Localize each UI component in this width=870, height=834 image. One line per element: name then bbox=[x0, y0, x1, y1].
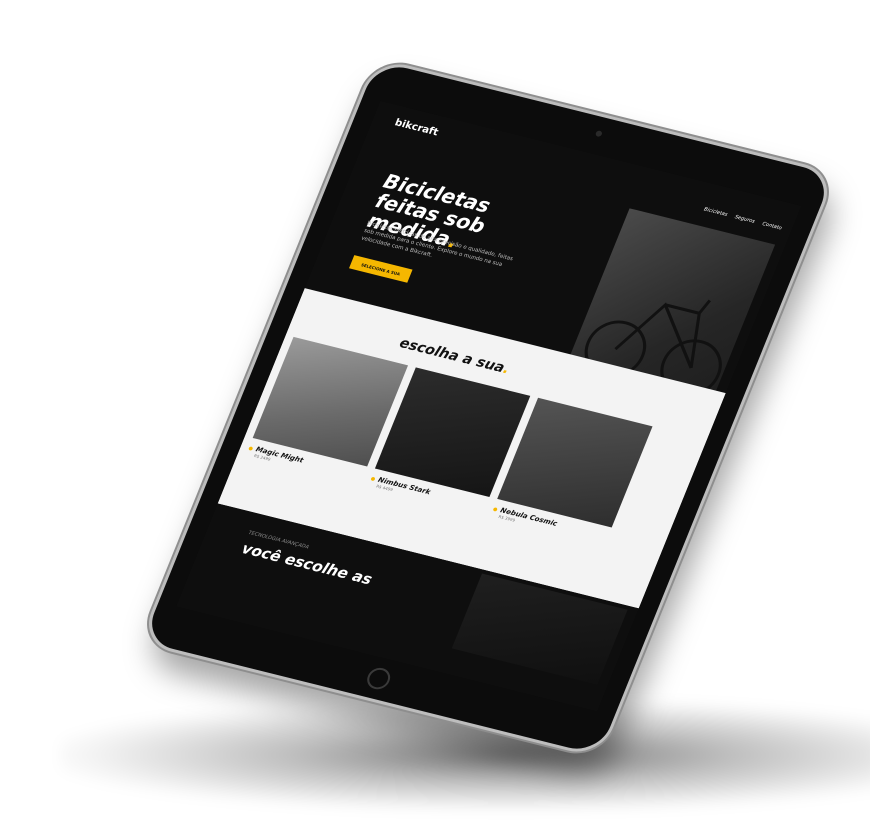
camera-icon bbox=[594, 130, 603, 138]
device-stage: bikcraft Bicicletas Seguros Contato Bici… bbox=[0, 0, 870, 834]
brand-logo[interactable]: bikcraft bbox=[393, 117, 440, 138]
nav-item-contato[interactable]: Contato bbox=[761, 221, 782, 231]
tablet-screen: bikcraft Bicicletas Seguros Contato Bici… bbox=[176, 100, 802, 712]
home-button[interactable] bbox=[363, 665, 394, 692]
select-bike-button[interactable]: SELECIONE A SUA bbox=[349, 255, 413, 283]
main-nav: Bicicletas Seguros Contato bbox=[703, 207, 783, 232]
tablet-device: bikcraft Bicicletas Seguros Contato Bici… bbox=[138, 57, 838, 759]
nav-item-seguros[interactable]: Seguros bbox=[734, 214, 756, 225]
nav-item-bicicletas[interactable]: Bicicletas bbox=[703, 207, 728, 218]
product-list: Magic Might R$ 2499 Nimbus Stark R$ 4499… bbox=[245, 336, 653, 545]
